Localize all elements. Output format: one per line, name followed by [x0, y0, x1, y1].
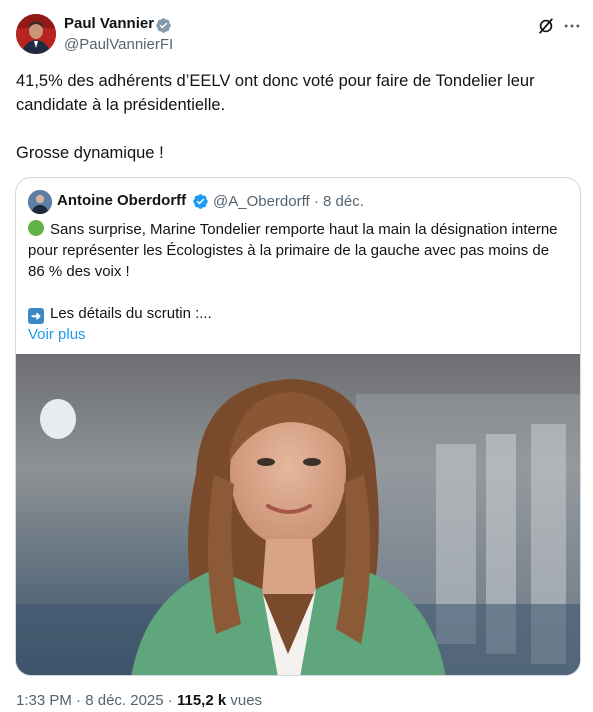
see-more-link[interactable]: Voir plus	[28, 326, 86, 343]
quoted-line-2: Les détails du scrutin :...	[50, 305, 212, 322]
green-circle-icon	[28, 220, 44, 236]
views-count: 115,2 k	[176, 692, 227, 709]
quoted-paragraph-1: Sans surprise, Marine Tondelier remporte…	[28, 219, 568, 282]
quoted-line-1: Sans surprise, Marine Tondelier remporte…	[28, 221, 558, 280]
tweet-header: Paul Vannier @PaulVannierFI	[16, 14, 580, 56]
verified-badge-icon[interactable]	[155, 17, 172, 34]
quoted-avatar	[28, 190, 52, 214]
quoted-separator: ·	[313, 193, 319, 210]
quoted-paragraph-2: ➜ Les détails du scrutin :...	[28, 303, 568, 324]
right-arrow-icon: ➜	[28, 308, 44, 324]
quoted-photo[interactable]	[16, 354, 580, 675]
quoted-verified-badge-icon	[193, 194, 208, 209]
quoted-author-name: Antoine Oberdorff	[57, 192, 187, 209]
quoted-date: 8 déc.	[323, 193, 364, 210]
author-handle[interactable]: @PaulVannierFI	[64, 36, 173, 53]
quoted-tweet[interactable]: Antoine Oberdorff @A_Oberdorff · 8 déc. …	[15, 177, 581, 676]
quoted-meta: @A_Oberdorff · 8 déc.	[213, 193, 364, 210]
tweet-time[interactable]: 1:33 PM	[16, 692, 72, 709]
avatar[interactable]	[16, 14, 56, 54]
quoted-text: Sans surprise, Marine Tondelier remporte…	[28, 219, 568, 345]
views-label: vues	[230, 692, 263, 709]
tweet-footer: 1:33 PM · 8 déc. 2025 · 115,2 k vues	[16, 692, 262, 709]
footer-separator: ·	[76, 692, 82, 709]
author-name[interactable]: Paul Vannier	[64, 15, 154, 32]
grok-icon[interactable]	[536, 16, 556, 36]
tweet-date[interactable]: 8 déc. 2025	[85, 692, 163, 709]
footer-separator-2: ·	[167, 692, 173, 709]
quoted-handle: @A_Oberdorff	[213, 193, 310, 210]
more-options-icon[interactable]	[562, 16, 582, 36]
tweet-text: 41,5% des adhérents d’EELV ont donc voté…	[16, 72, 535, 162]
